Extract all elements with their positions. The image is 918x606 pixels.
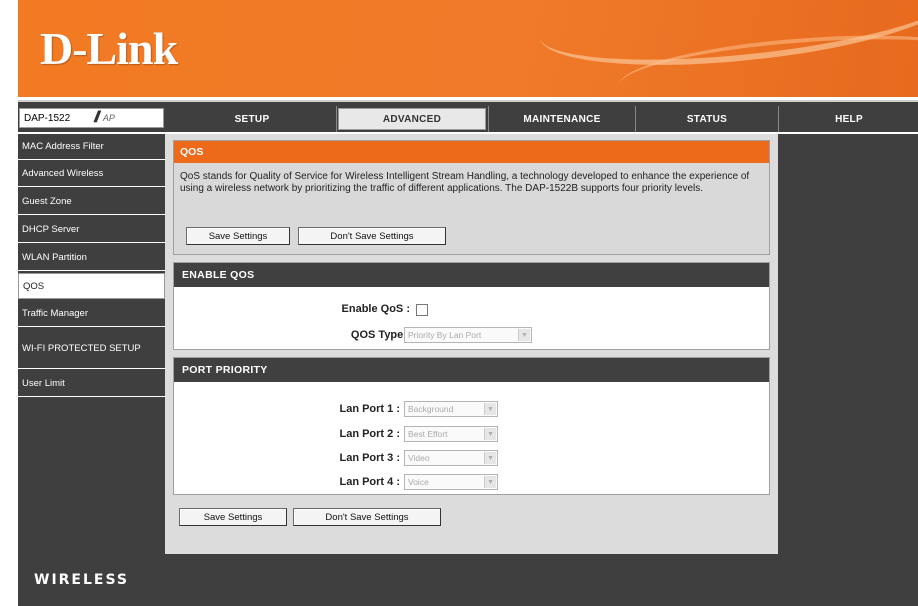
chevron-down-icon: ▼ xyxy=(518,329,530,341)
sidebar-item-user-limit[interactable]: User Limit xyxy=(18,371,165,397)
lan-port-3-value: Video xyxy=(408,453,430,463)
sidebar-item-wlan-partition[interactable]: WLAN Partition xyxy=(18,245,165,271)
footer-wireless-label: WIRELESS xyxy=(34,572,130,588)
save-settings-button-bottom[interactable]: Save Settings xyxy=(179,508,287,526)
enable-qos-section: ENABLE QOS Enable QoS : QOS Type : Prior… xyxy=(173,262,770,350)
main-content: QOS QoS stands for Quality of Service fo… xyxy=(165,134,778,554)
qos-type-label: QOS Type : xyxy=(350,329,410,341)
enable-qos-checkbox[interactable] xyxy=(416,304,428,316)
mode-label: AP xyxy=(102,113,115,123)
top-nav-bar: DAP-1522 // AP SETUP ADVANCED MAINTENANC… xyxy=(18,100,918,132)
header-banner: D-Link xyxy=(18,0,918,97)
help-column xyxy=(778,134,918,554)
tab-maintenance[interactable]: MAINTENANCE xyxy=(490,108,634,130)
chevron-down-icon: ▼ xyxy=(484,452,496,464)
slashes-icon: // xyxy=(94,109,100,126)
port-priority-section: PORT PRIORITY Lan Port 1 : Background ▼ … xyxy=(173,357,770,495)
sidebar-item-qos[interactable]: QOS xyxy=(18,273,165,299)
tab-advanced[interactable]: ADVANCED xyxy=(338,108,486,130)
enable-qos-label: Enable QoS : xyxy=(341,303,410,315)
chevron-down-icon: ▼ xyxy=(484,476,496,488)
chevron-down-icon: ▼ xyxy=(484,428,496,440)
lan-port-2-label: Lan Port 2 : xyxy=(339,428,400,440)
sidebar-item-guest-zone[interactable]: Guest Zone xyxy=(18,189,165,215)
lan-port-2-value: Best Effort xyxy=(408,429,448,439)
qos-type-value: Priority By Lan Port xyxy=(408,330,482,340)
lan-port-4-label: Lan Port 4 : xyxy=(339,476,400,488)
lan-port-4-select[interactable]: Voice ▼ xyxy=(404,474,498,490)
router-admin-page: D-Link DAP-1522 // AP SETUP ADVANCED MAI… xyxy=(18,0,918,606)
dont-save-settings-button-top[interactable]: Don't Save Settings xyxy=(298,227,446,245)
footer-bar: WIRELESS xyxy=(18,554,918,606)
tab-help[interactable]: HELP xyxy=(780,108,918,130)
model-name: DAP-1522 xyxy=(24,112,71,124)
model-indicator: DAP-1522 // AP xyxy=(19,108,164,128)
lan-port-1-label: Lan Port 1 : xyxy=(339,403,400,415)
sidebar-item-dhcp-server[interactable]: DHCP Server xyxy=(18,217,165,243)
enable-qos-title: ENABLE QOS xyxy=(174,263,769,287)
tab-divider xyxy=(488,106,489,132)
tab-divider xyxy=(635,106,636,132)
dont-save-settings-button-bottom[interactable]: Don't Save Settings xyxy=(293,508,441,526)
sidebar: MAC Address Filter Advanced Wireless Gue… xyxy=(18,134,165,554)
sidebar-item-wifi-protected-setup[interactable]: WI-FI PROTECTED SETUP xyxy=(18,329,165,369)
lan-port-1-value: Background xyxy=(408,404,454,414)
sidebar-item-advanced-wireless[interactable]: Advanced Wireless xyxy=(18,161,165,187)
qos-panel-title: QOS xyxy=(174,141,769,163)
sidebar-item-mac-address-filter[interactable]: MAC Address Filter xyxy=(18,134,165,160)
port-priority-title: PORT PRIORITY xyxy=(174,358,769,382)
lan-port-4-value: Voice xyxy=(408,477,429,487)
chevron-down-icon: ▼ xyxy=(484,403,496,415)
save-settings-button-top[interactable]: Save Settings xyxy=(186,227,290,245)
qos-intro-panel: QOS QoS stands for Quality of Service fo… xyxy=(173,140,770,255)
lan-port-3-label: Lan Port 3 : xyxy=(339,452,400,464)
sidebar-item-traffic-manager[interactable]: Traffic Manager xyxy=(18,301,165,327)
lan-port-1-select[interactable]: Background ▼ xyxy=(404,401,498,417)
tab-status[interactable]: STATUS xyxy=(637,108,777,130)
tab-setup[interactable]: SETUP xyxy=(168,108,336,130)
qos-description: QoS stands for Quality of Service for Wi… xyxy=(180,171,750,194)
qos-type-select[interactable]: Priority By Lan Port ▼ xyxy=(404,327,532,343)
dlink-logo: D-Link xyxy=(40,23,178,74)
tab-divider xyxy=(778,106,779,132)
lan-port-2-select[interactable]: Best Effort ▼ xyxy=(404,426,498,442)
tab-divider xyxy=(336,106,337,132)
lan-port-3-select[interactable]: Video ▼ xyxy=(404,450,498,466)
